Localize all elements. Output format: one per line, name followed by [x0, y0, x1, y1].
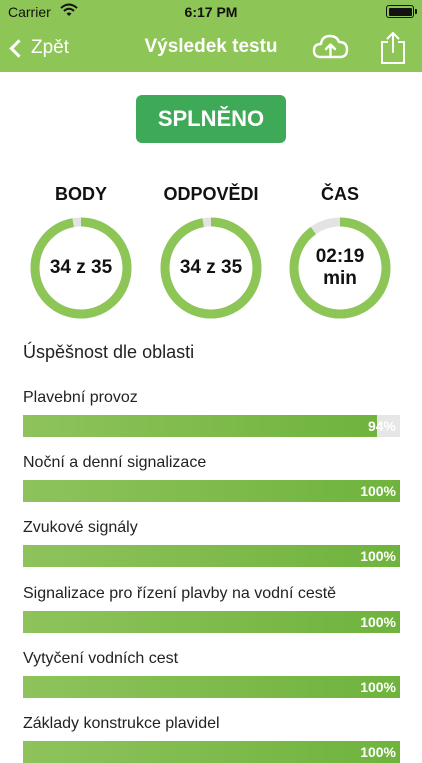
area-label: Zvukové signály [23, 519, 138, 537]
progress-ring: 02:19 min [288, 216, 392, 320]
navigation-bar: Zpět Výsledek testu [0, 24, 422, 72]
cloud-upload-icon [312, 34, 349, 59]
area-percent: 100% [360, 613, 396, 630]
area-item: Základy konstrukce plavidel 100% [23, 715, 400, 763]
area-progress-fill [23, 675, 400, 698]
area-progress-bar: 100% [23, 610, 400, 633]
share-icon [381, 32, 405, 64]
area-progress-fill [23, 610, 400, 633]
area-item: Signalizace pro řízení plavby na vodní c… [23, 585, 400, 633]
area-progress-bar: 100% [23, 545, 400, 568]
status-time: 6:17 PM [184, 4, 238, 20]
area-progress-fill [23, 415, 378, 437]
area-progress-bar: 100% [23, 480, 400, 503]
area-percent: 100% [360, 548, 396, 565]
area-item: Vytyčení vodních cest 100% [23, 650, 400, 698]
stat-points: BODY 34 z 35 [26, 184, 136, 320]
stat-value: 02:19 min [315, 246, 365, 289]
status-bar: Carrier 6:17 PM [0, 0, 422, 24]
progress-ring: 34 z 35 [29, 216, 133, 320]
share-button[interactable] [378, 30, 408, 66]
area-progress-bar: 100% [23, 675, 400, 698]
area-progress-fill [23, 741, 400, 763]
progress-ring: 34 z 35 [159, 216, 263, 320]
area-percent: 100% [360, 744, 396, 760]
area-item: Noční a denní signalizace 100% [23, 454, 400, 503]
stat-label: ČAS [320, 184, 359, 204]
section-title: Úspěšnost dle oblasti [23, 342, 195, 362]
cloud-upload-button[interactable] [312, 32, 350, 62]
area-label: Signalizace pro řízení plavby na vodní c… [23, 584, 337, 602]
area-progress-fill [23, 545, 400, 568]
area-label: Základy konstrukce plavidel [23, 715, 220, 732]
area-label: Plavební provoz [23, 389, 138, 406]
area-percent: 94% [367, 418, 396, 434]
area-percent: 100% [360, 678, 396, 695]
stat-value: 34 z 35 [179, 257, 243, 278]
stat-time: ČAS 02:19 min [285, 184, 395, 320]
area-item: Zvukové signály 100% [23, 519, 400, 568]
area-percent: 100% [360, 483, 396, 500]
stat-label: BODY [54, 184, 107, 204]
area-label: Noční a denní signalizace [23, 454, 207, 472]
stat-label: ODPOVĚDI [163, 184, 259, 204]
area-progress-bar: 94% [23, 415, 400, 437]
area-progress-bar: 100% [23, 741, 400, 763]
result-badge: SPLNĚNO [136, 95, 286, 143]
area-label: Vytyčení vodních cest [23, 649, 179, 667]
area-item: Plavební provoz 94% [23, 389, 400, 437]
stat-answers: ODPOVĚDI 34 z 35 [156, 184, 266, 320]
area-progress-fill [23, 480, 400, 503]
battery-icon [386, 5, 417, 18]
stat-value: 34 z 35 [49, 257, 113, 278]
page-title: Výsledek testu [144, 36, 278, 57]
